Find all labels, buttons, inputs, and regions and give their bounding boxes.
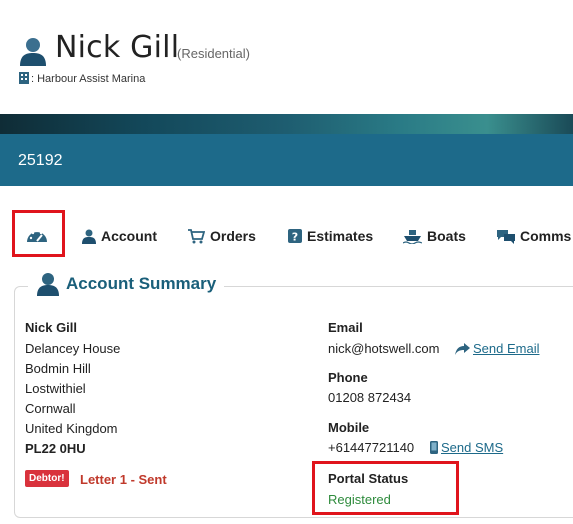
- send-email-link[interactable]: Send Email: [455, 341, 539, 356]
- account-summary-heading: Account Summary: [28, 272, 225, 296]
- tab-estimates[interactable]: ? Estimates: [288, 228, 373, 244]
- tab-label: Account: [101, 228, 157, 244]
- address-line: Lostwithiel: [25, 381, 86, 396]
- svg-text:?: ?: [292, 231, 298, 244]
- address-line: Bodmin Hill: [25, 361, 91, 376]
- tab-label: Orders: [210, 228, 256, 244]
- customer-name: Nick Gill: [55, 30, 180, 65]
- address-line: United Kingdom: [25, 421, 118, 436]
- person-icon: [37, 273, 59, 296]
- email-value: nick@hotswell.com: [328, 341, 440, 356]
- account-id: 25192: [18, 152, 63, 169]
- share-arrow-icon: [455, 342, 470, 355]
- address-line: Delancey House: [25, 341, 121, 356]
- tab-orders[interactable]: Orders: [188, 228, 256, 244]
- send-sms-link[interactable]: Send SMS: [430, 440, 503, 455]
- banner-image: [0, 114, 573, 134]
- mobile-phone-icon: [430, 441, 438, 454]
- account-id-bar: [0, 134, 573, 186]
- boat-icon: [403, 229, 422, 244]
- send-email-label: Send Email: [473, 341, 540, 356]
- person-icon: [82, 229, 96, 244]
- address-name: Nick Gill: [25, 320, 78, 335]
- customer-header: Nick Gill (Residential) : Harbour Assist…: [0, 0, 573, 114]
- person-icon: [20, 38, 46, 66]
- question-icon: ?: [288, 229, 302, 243]
- phone-value: 01208 872434: [328, 390, 412, 405]
- mobile-label: Mobile: [328, 420, 370, 435]
- customer-type: (Residential): [177, 46, 250, 61]
- address-line: Cornwall: [25, 401, 76, 416]
- tab-label: Boats: [427, 228, 466, 244]
- address-postcode: PL22 0HU: [25, 441, 86, 456]
- tab-account[interactable]: Account: [82, 228, 157, 244]
- building-icon: [19, 72, 29, 84]
- account-tabs: Account Orders ? Estimates Boats Comms: [0, 212, 573, 262]
- chat-icon: [497, 229, 515, 244]
- tab-boats[interactable]: Boats: [403, 228, 466, 244]
- letter-status: Letter 1 - Sent: [80, 472, 167, 487]
- debtor-badge: Debtor!: [25, 470, 69, 487]
- phone-label: Phone: [328, 370, 368, 385]
- send-sms-label: Send SMS: [441, 440, 504, 455]
- tab-label: Comms: [520, 228, 572, 244]
- portal-status-highlight: [312, 461, 459, 515]
- tab-comms[interactable]: Comms: [497, 228, 571, 244]
- mobile-value: +61447721140: [328, 440, 415, 455]
- email-label: Email: [328, 320, 363, 335]
- cart-icon: [188, 228, 205, 243]
- account-summary-title: Account Summary: [66, 274, 217, 293]
- tab-label: Estimates: [307, 228, 374, 244]
- marina-name: : Harbour Assist Marina: [31, 73, 146, 85]
